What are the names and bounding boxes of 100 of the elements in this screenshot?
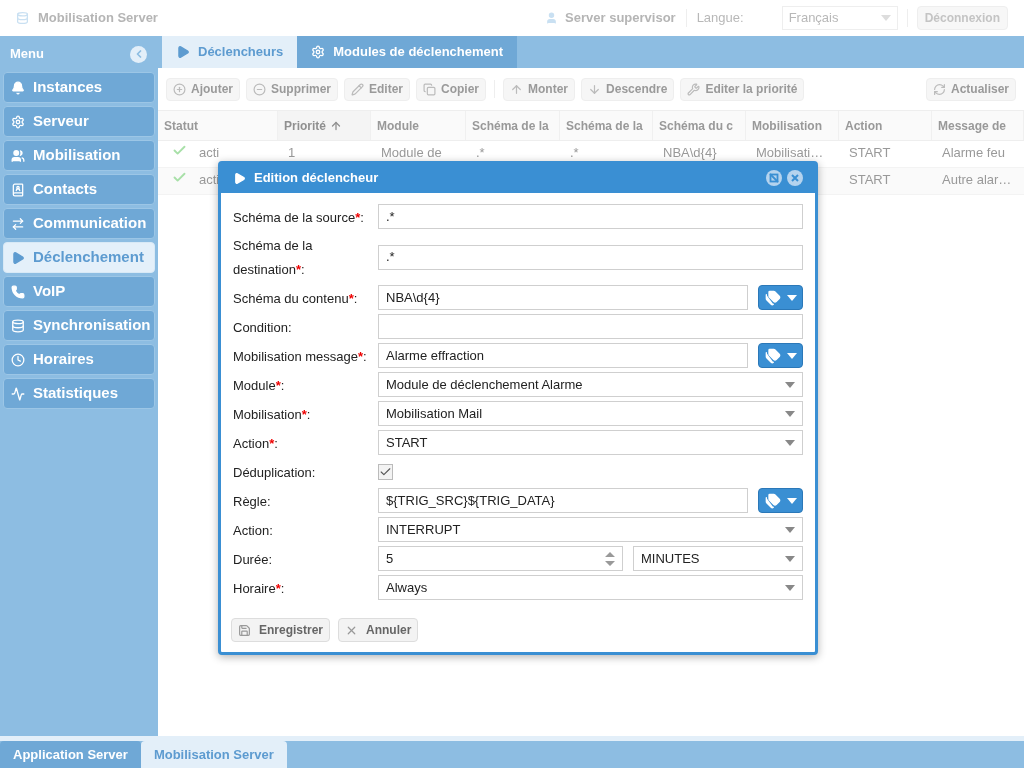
copy-icon [423,82,437,96]
column-header[interactable]: Priorité [278,111,371,140]
caret-icon [786,352,797,359]
text-field[interactable] [378,314,803,339]
column-header[interactable]: Schéma de la [466,111,560,140]
sidebar-item[interactable]: Statistiques [3,378,155,409]
caret-icon [785,584,795,591]
chart-icon [11,386,25,401]
field-label: Mobilisation*: [233,406,311,422]
select-field[interactable]: MINUTES [633,546,803,571]
save-button[interactable]: Enregistrer [231,618,331,642]
text-field[interactable]: NBA\d{4} [378,285,748,310]
toolbar-button[interactable]: Actualiser [925,77,1016,101]
bottom-tab[interactable]: Application Server [0,741,141,768]
tags-icon [764,289,781,306]
database-icon [16,11,29,25]
save-icon [238,623,251,637]
sidebar-item[interactable]: Serveur [3,106,155,137]
check-icon [172,170,187,185]
tag-dropdown-button[interactable] [758,285,803,310]
bell-icon [11,80,25,95]
arrow-down-icon [588,82,602,96]
field-label: Module*: [233,377,285,393]
column-header[interactable]: Message de [932,111,1024,140]
field-label: Règle: [233,493,271,509]
tab[interactable]: Modules de déclenchement [297,36,518,68]
refresh-icon [932,82,946,96]
user-name: Server supervisor [565,9,676,28]
gear-icon [11,114,25,129]
select-field[interactable]: Mobilisation Mail [378,401,803,426]
plus-icon [173,82,186,96]
toolbar-button[interactable]: Ajouter [166,77,240,101]
field-label: Horaire*: [233,580,285,596]
sidebar-item[interactable]: Communication [3,208,155,239]
users-icon [11,148,25,163]
caret-icon [785,439,795,446]
wrench-icon [687,82,701,96]
sidebar-item[interactable]: Horaires [3,344,155,375]
table-cell-text: Module de [381,144,442,162]
sidebar-item[interactable]: Instances [3,72,155,103]
tab[interactable]: Déclencheurs [162,36,298,68]
caret-icon [880,15,891,21]
number-field[interactable]: 5 [378,546,623,571]
table-cell-text: .* [570,144,579,162]
text-field[interactable]: .* [378,204,803,229]
toolbar-button[interactable]: Supprimer [246,77,338,101]
select-field[interactable]: Module de déclenchement Alarme [378,372,803,397]
sidebar-item[interactable]: Déclenchement [3,242,155,273]
sidebar-item[interactable]: VoIP [3,276,155,307]
table-cell-text: 1 [288,144,296,162]
tag-dropdown-button[interactable] [758,488,803,513]
language-select[interactable]: Français [781,6,898,30]
toolbar-button[interactable]: Editer la priorité [680,77,805,101]
arrows-icon [11,216,25,231]
column-header[interactable]: Schéma de la [560,111,653,140]
clock-icon [11,352,25,367]
field-label: Condition: [233,319,292,335]
text-field[interactable]: .* [378,244,803,270]
play-icon [233,171,246,185]
table-cell-text: START [849,144,891,162]
column-header[interactable]: Schéma du c [653,111,746,140]
sidebar-item[interactable]: Contacts [3,174,155,205]
field-label: Action*: [233,435,278,451]
toolbar-button[interactable]: Descendre [581,77,675,101]
table-cell-text: Alarme feu [942,144,1005,162]
table-cell-text: NBA\d{4} [663,144,717,162]
sidebar-item[interactable]: Mobilisation [3,140,155,171]
column-header[interactable]: Action [839,111,932,140]
table-cell-text: Mobilisati… [756,144,824,162]
field-label: Schéma du contenu*: [233,290,358,306]
select-field[interactable]: INTERRUPT [378,517,803,542]
toolbar-button[interactable]: Editer [344,77,411,101]
address-book-icon [11,182,25,197]
caret-icon [785,381,795,388]
bottom-tab[interactable]: Mobilisation Server [140,741,287,768]
tags-icon [764,492,781,509]
table-cell-text: START [849,171,891,189]
sidebar-item[interactable]: Synchronisation [3,310,155,341]
spinner-icon [605,550,615,567]
table-cell-text: acti [199,171,220,189]
column-header[interactable]: Module [371,111,466,140]
table-cell-text: Autre alar… [942,171,1012,189]
check-icon [172,143,187,158]
tag-dropdown-button[interactable] [758,343,803,368]
checkbox[interactable] [378,463,393,480]
select-field[interactable]: START [378,430,803,455]
caret-icon [786,497,797,504]
text-field[interactable]: Alarme effraction [378,343,748,368]
field-label: Schéma de la destination*: [233,238,313,277]
gear-icon [311,45,326,59]
toolbar-button[interactable]: Monter [503,77,576,101]
column-header[interactable]: Mobilisation [746,111,839,140]
table-cell-text: acti [199,144,220,162]
text-field[interactable]: ${TRIG_SRC}${TRIG_DATA} [378,488,748,513]
sort-icon [330,119,342,132]
field-label: Action: [233,522,273,538]
select-field[interactable]: Always [378,575,803,600]
cancel-button[interactable]: Annuler [338,618,419,642]
toolbar-button[interactable]: Copier [416,77,487,101]
field-label: Déduplication: [233,464,316,480]
